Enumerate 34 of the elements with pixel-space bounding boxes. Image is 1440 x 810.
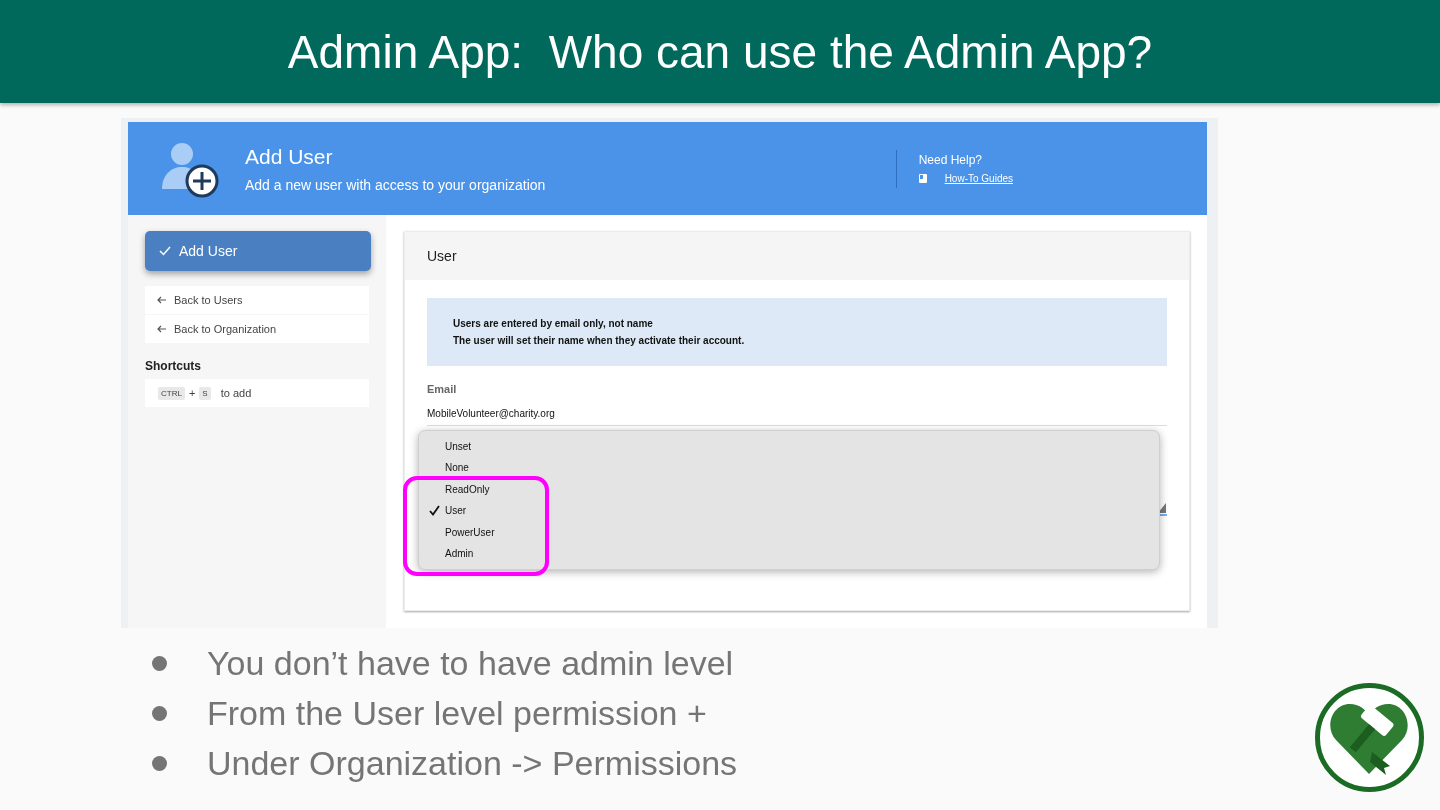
bullet-text: You don’t have to have admin level bbox=[207, 643, 734, 683]
help-heading: Need Help? bbox=[918, 153, 983, 167]
shortcut-text: to add bbox=[220, 387, 252, 399]
page-title: Add User bbox=[245, 144, 334, 169]
menu-option[interactable]: User bbox=[419, 504, 467, 517]
add-user-button[interactable]: Add User bbox=[145, 231, 371, 271]
back-arrow-icon bbox=[157, 325, 166, 333]
menu-option[interactable]: None bbox=[419, 461, 469, 474]
menu-option[interactable]: Admin bbox=[419, 547, 474, 560]
card-title: User bbox=[427, 248, 457, 264]
select-arrow-icon bbox=[1157, 502, 1167, 516]
menu-option[interactable]: ReadOnly bbox=[419, 483, 490, 495]
bullet-text: From the User level permission + bbox=[207, 693, 707, 733]
email-label: Email bbox=[427, 383, 458, 395]
back-link[interactable]: Back to Users bbox=[145, 286, 369, 314]
notice-text: The user will set their name when they activate their account. bbox=[453, 335, 746, 346]
bullet-dot bbox=[152, 655, 167, 671]
back-arrow-icon bbox=[157, 296, 166, 304]
key-cap: S bbox=[199, 386, 211, 400]
menu-option[interactable]: PowerUser bbox=[419, 526, 495, 538]
back-link[interactable]: Back to Organization bbox=[145, 315, 369, 343]
shortcuts-heading: Shortcuts bbox=[145, 359, 202, 373]
plus-sign: + bbox=[188, 387, 196, 399]
bullet-dot bbox=[152, 755, 167, 771]
bullet-text: Under Organization -> Permissions bbox=[207, 743, 738, 783]
check-icon bbox=[159, 246, 171, 256]
slide-title: Admin App: Who can use the Admin App? bbox=[287, 24, 1153, 79]
notice-text: Users are entered by email only, not name bbox=[453, 318, 654, 329]
book-icon bbox=[918, 174, 927, 183]
email-field[interactable]: MobileVolunteer@charity.org bbox=[427, 408, 1167, 426]
page-subtitle: Add a new user with access to your organization bbox=[245, 176, 547, 193]
key-cap: CTRL bbox=[158, 386, 185, 400]
bullet-dot bbox=[152, 705, 167, 721]
menu-option[interactable]: Unset bbox=[419, 440, 472, 452]
